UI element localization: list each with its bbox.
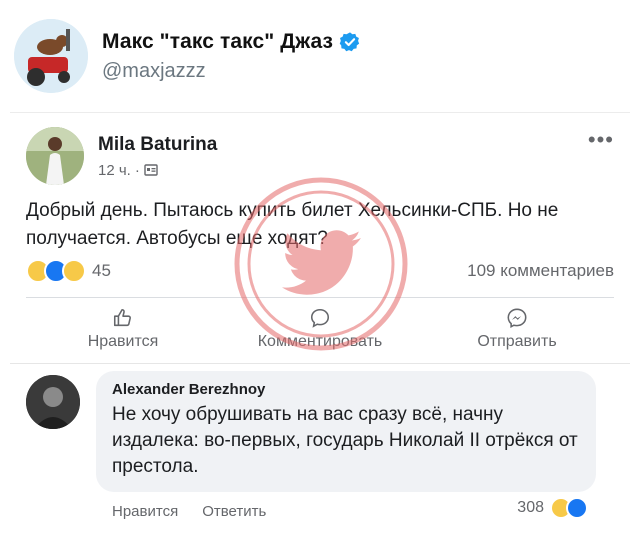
divider: [26, 297, 614, 298]
thumbs-up-icon: [113, 308, 131, 327]
embedded-facebook-screenshot: Mila Baturina 12 ч. · ••• Добрый день. П…: [10, 112, 630, 537]
comment-text: Не хочу обрушивать на вас сразу всё, нач…: [112, 404, 578, 477]
like-button[interactable]: Нравится: [26, 303, 220, 355]
comment-reply-link[interactable]: Ответить: [202, 503, 266, 520]
like-label: Нравится: [87, 333, 159, 350]
tweet-avatar[interactable]: [14, 19, 88, 93]
more-options-icon[interactable]: •••: [588, 127, 614, 153]
post-author-avatar[interactable]: [26, 127, 84, 185]
messenger-icon: [507, 308, 527, 329]
comment-author-name[interactable]: Alexander Berezhnoy: [112, 381, 580, 398]
post-author-name[interactable]: Mila Baturina: [98, 134, 217, 156]
share-button[interactable]: Отправить: [420, 303, 614, 355]
comment-author-avatar[interactable]: [26, 375, 80, 429]
comment-button[interactable]: Комментировать: [223, 303, 417, 355]
verified-badge-icon: [339, 31, 360, 51]
like-reaction-icon: [566, 497, 588, 519]
comment-like-link[interactable]: Нравится: [112, 503, 178, 520]
post-header: Mila Baturina 12 ч. ·: [26, 127, 217, 185]
post-time[interactable]: 12 ч.: [98, 162, 131, 179]
comment-reactions[interactable]: 308: [517, 497, 588, 519]
post-reactions[interactable]: 45: [26, 259, 111, 283]
post-actions-bar: Нравится Комментировать Отправить: [26, 303, 614, 355]
tweet-handle[interactable]: @maxjazzz: [102, 60, 361, 83]
divider: [10, 363, 630, 364]
separator-dot: ·: [134, 161, 140, 179]
comment-actions: Нравится Ответить: [112, 503, 266, 520]
audience-icon: [144, 164, 158, 176]
wow-reaction-icon: [62, 259, 86, 283]
post-timestamp-row: 12 ч. ·: [98, 162, 217, 179]
tweet-display-name[interactable]: Макс "такс такс" Джаз: [102, 30, 333, 54]
comments-count[interactable]: 109 комментариев: [467, 261, 614, 281]
reaction-count: 45: [92, 261, 111, 280]
comment-bubble-icon: [310, 308, 330, 328]
comment-label: Комментировать: [257, 333, 383, 350]
share-label: Отправить: [477, 333, 557, 350]
comment-bubble: Alexander Berezhnoy Не хочу обрушивать н…: [96, 371, 596, 492]
post-text: Добрый день. Пытаюсь купить билет Хельси…: [26, 200, 559, 249]
tweet-header: Макс "такс такс" Джаз @maxjazzz: [10, 8, 630, 104]
comment-reaction-count: 308: [517, 499, 544, 516]
